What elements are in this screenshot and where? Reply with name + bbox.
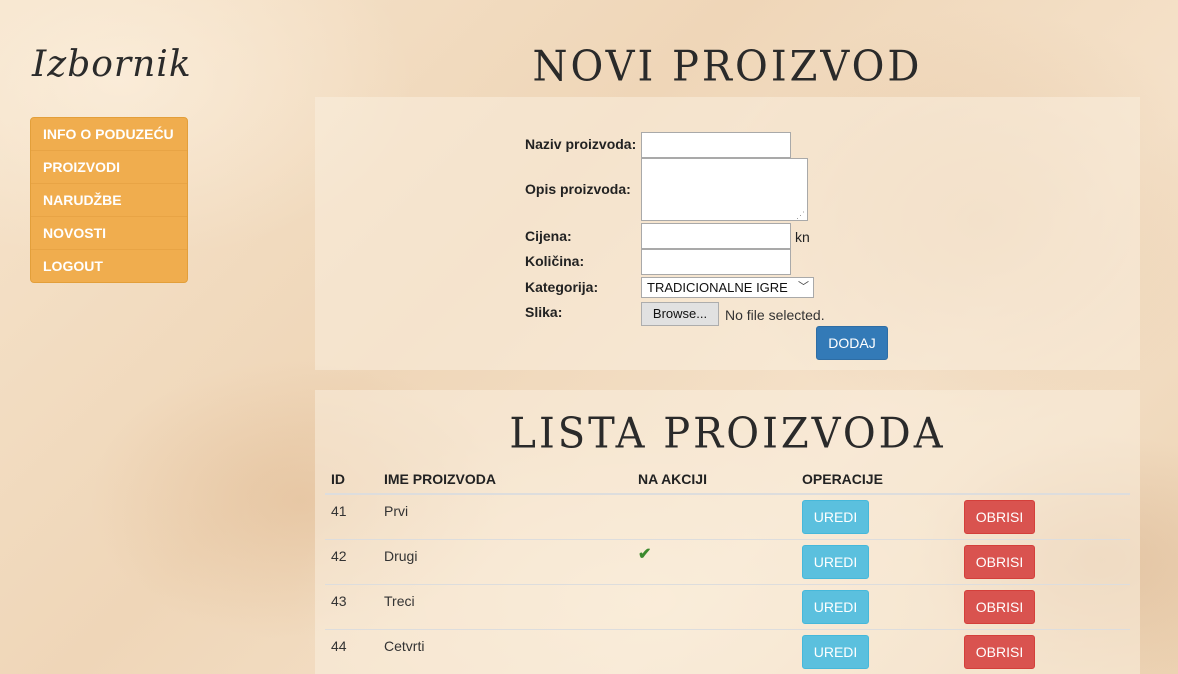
col-header-name: IME PROIZVODA	[384, 471, 497, 487]
col-header-operations: OPERACIJE	[802, 471, 883, 487]
menu-item-proizvodi[interactable]: PROIZVODI	[31, 151, 187, 184]
product-name-label: Naziv proizvoda:	[525, 136, 637, 152]
add-button[interactable]: DODAJ	[816, 326, 888, 360]
product-desc-label: Opis proizvoda:	[525, 181, 631, 197]
quantity-input[interactable]	[641, 249, 791, 275]
delete-button[interactable]: OBRISI	[964, 545, 1035, 579]
table-header-divider	[325, 493, 1130, 495]
row-name: Prvi	[384, 503, 409, 519]
file-status: No file selected.	[725, 307, 825, 323]
category-selected-value: TRADICIONALNE IGRE	[647, 280, 788, 295]
delete-button[interactable]: OBRISI	[964, 500, 1035, 534]
new-product-heading: NOVI PROIZVOD	[532, 42, 923, 92]
product-desc-textarea[interactable]: ⋰	[641, 158, 808, 221]
browse-button[interactable]: Browse...	[641, 302, 719, 326]
row-id: 43	[331, 593, 347, 609]
row-name: Cetvrti	[384, 638, 425, 654]
menu-item-novosti[interactable]: NOVOSTI	[31, 217, 187, 250]
category-select[interactable]: TRADICIONALNE IGRE ﹀	[641, 277, 814, 298]
price-input[interactable]	[641, 223, 791, 249]
edit-button[interactable]: UREDI	[802, 635, 869, 669]
image-label: Slika:	[525, 304, 563, 320]
menu-item-logout[interactable]: LOGOUT	[31, 250, 187, 282]
check-icon: ✔	[638, 546, 652, 563]
category-label: Kategorija:	[525, 279, 599, 295]
product-name-input[interactable]	[641, 132, 791, 158]
col-header-sale: NA AKCIJI	[638, 471, 707, 487]
row-divider	[325, 584, 1130, 585]
edit-button[interactable]: UREDI	[802, 590, 869, 624]
menu-item-narudzbe[interactable]: NARUDŽBE	[31, 184, 187, 217]
menu-item-info[interactable]: INFO O PODUZEĆU	[31, 118, 187, 151]
delete-button[interactable]: OBRISI	[964, 635, 1035, 669]
row-name: Drugi	[384, 548, 418, 564]
row-id: 44	[331, 638, 347, 654]
edit-button[interactable]: UREDI	[802, 500, 869, 534]
delete-button[interactable]: OBRISI	[964, 590, 1035, 624]
product-list-heading: LISTA PROIZVODA	[509, 409, 946, 459]
quantity-label: Količina:	[525, 253, 585, 269]
edit-button[interactable]: UREDI	[802, 545, 869, 579]
row-id: 42	[331, 548, 347, 564]
row-id: 41	[331, 503, 347, 519]
row-divider	[325, 539, 1130, 540]
price-label: Cijena:	[525, 228, 572, 244]
sidebar-menu: INFO O PODUZEĆU PROIZVODI NARUDŽBE NOVOS…	[30, 117, 188, 283]
row-name: Treci	[384, 593, 415, 609]
row-divider	[325, 629, 1130, 630]
brand-title: Izbornik	[32, 44, 192, 85]
resize-grip-icon[interactable]: ⋰	[796, 211, 805, 220]
price-unit: kn	[795, 229, 810, 245]
col-header-id: ID	[331, 471, 345, 487]
chevron-down-icon: ﹀	[798, 281, 809, 293]
